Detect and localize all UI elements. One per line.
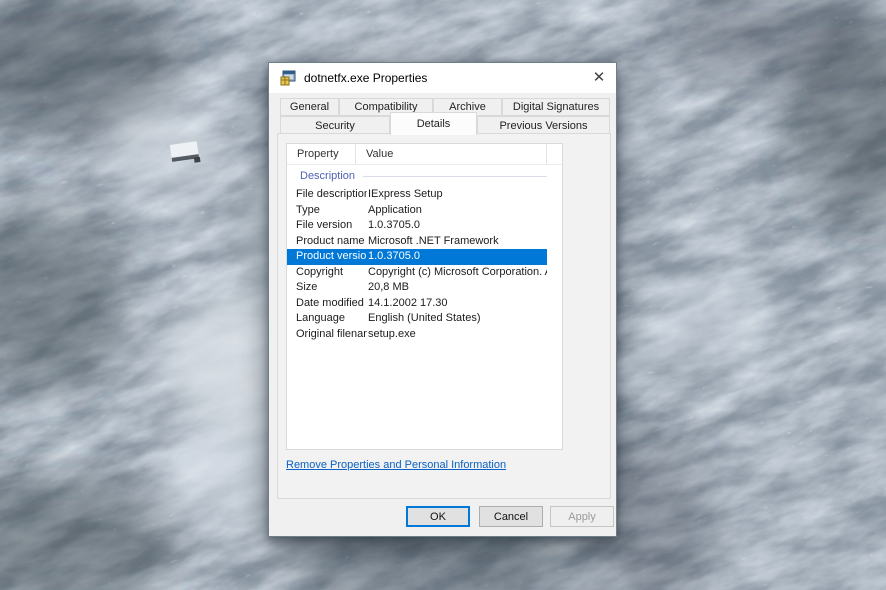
properties-dialog: dotnetfx.exe Properties ✕ General Compat…	[268, 62, 617, 537]
table-row[interactable]: Date modified 14.1.2002 17.30	[287, 296, 547, 312]
title-bar[interactable]: dotnetfx.exe Properties ✕	[269, 63, 616, 93]
remove-properties-link[interactable]: Remove Properties and Personal Informati…	[286, 459, 506, 471]
column-header-value[interactable]: Value	[356, 144, 547, 164]
properties-listview: Property Value Description File descript…	[286, 143, 563, 450]
listview-rows: File description IExpress Setup Type App…	[287, 187, 562, 342]
ok-button[interactable]: OK	[406, 506, 470, 527]
listview-header: Property Value	[287, 144, 562, 165]
table-row-selected[interactable]: Product version 1.0.3705.0	[287, 249, 547, 265]
dialog-title: dotnetfx.exe Properties	[304, 71, 428, 85]
cancel-button[interactable]: Cancel	[479, 506, 543, 527]
table-row[interactable]: Size 20,8 MB	[287, 280, 547, 296]
table-row[interactable]: Language English (United States)	[287, 311, 547, 327]
table-row[interactable]: File version 1.0.3705.0	[287, 218, 547, 234]
apply-button[interactable]: Apply	[550, 506, 614, 527]
table-row[interactable]: File description IExpress Setup	[287, 187, 547, 203]
group-divider	[363, 175, 547, 177]
table-row[interactable]: Type Application	[287, 203, 547, 219]
column-header-property[interactable]: Property	[287, 144, 356, 164]
table-row[interactable]: Product name Microsoft .NET Framework	[287, 234, 547, 250]
tab-general[interactable]: General	[280, 98, 339, 116]
group-header-description: Description	[287, 167, 547, 185]
tab-details[interactable]: Details	[390, 112, 477, 135]
tab-strip: General Compatibility Archive Digital Si…	[269, 98, 616, 135]
tab-digital-signatures[interactable]: Digital Signatures	[502, 98, 610, 116]
table-row[interactable]: Copyright Copyright (c) Microsoft Corpor…	[287, 265, 547, 281]
close-icon[interactable]: ✕	[582, 63, 616, 91]
table-row[interactable]: Original filename setup.exe	[287, 327, 547, 343]
setup-package-icon	[280, 70, 296, 86]
